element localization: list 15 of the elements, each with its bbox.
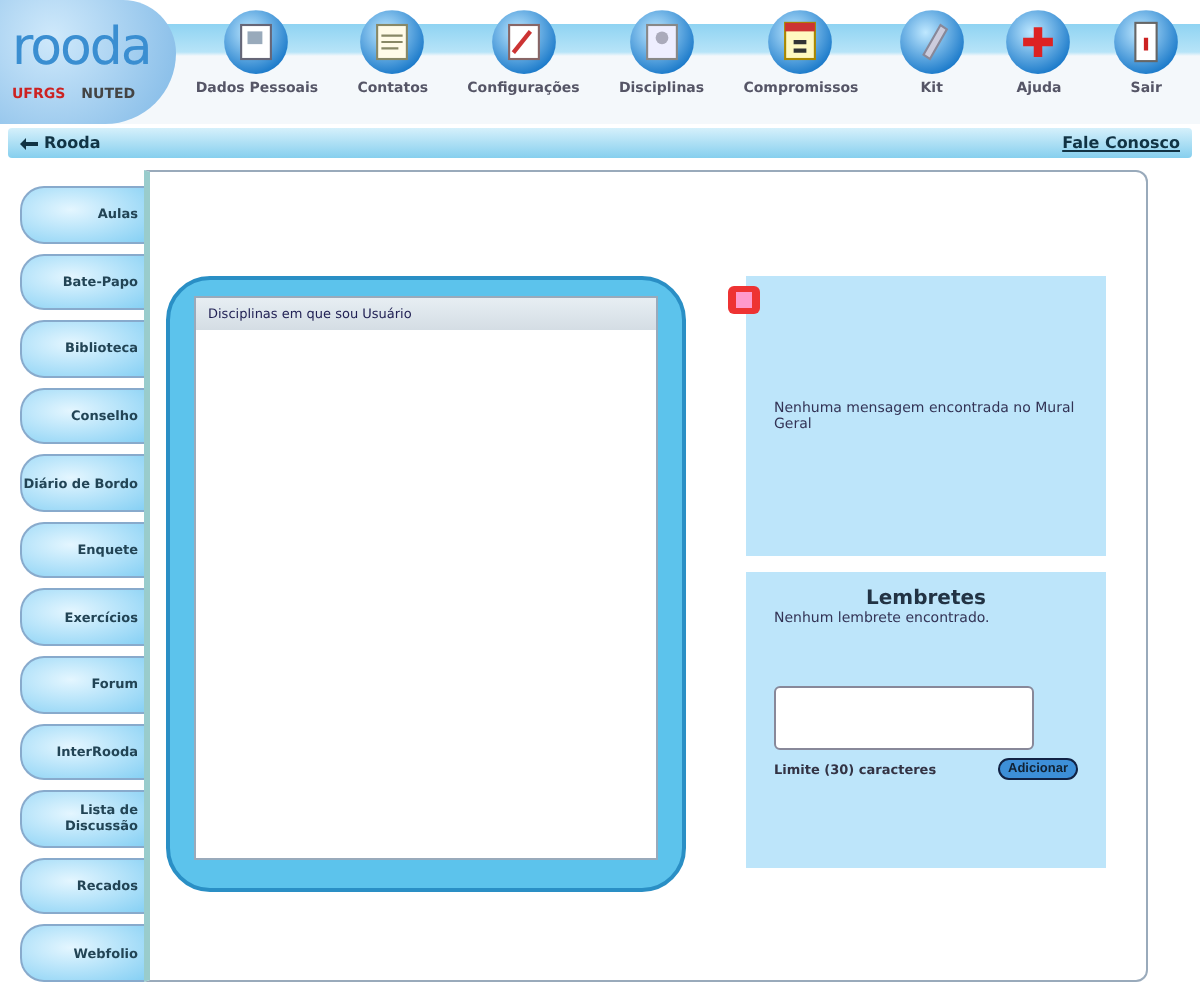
reminder-input-field[interactable] bbox=[774, 686, 1034, 750]
breadcrumb-link[interactable]: Rooda bbox=[44, 134, 101, 152]
note-icon bbox=[726, 284, 762, 316]
document-icon[interactable] bbox=[358, 8, 427, 76]
picture-frame-icon[interactable] bbox=[222, 8, 291, 76]
calendar-icon[interactable] bbox=[766, 8, 835, 76]
pencil-document-icon[interactable] bbox=[489, 8, 558, 76]
contact-link[interactable]: Fale Conosco bbox=[1062, 134, 1180, 152]
pencil-icon[interactable] bbox=[897, 8, 966, 76]
logo-title: rooda bbox=[12, 22, 153, 74]
door-icon[interactable] bbox=[1112, 8, 1181, 76]
document-icon[interactable] bbox=[627, 8, 696, 76]
back-arrow-icon[interactable] bbox=[20, 137, 38, 149]
medical-cross-icon[interactable] bbox=[1004, 8, 1073, 76]
reminders-title: Lembretes bbox=[864, 588, 988, 610]
